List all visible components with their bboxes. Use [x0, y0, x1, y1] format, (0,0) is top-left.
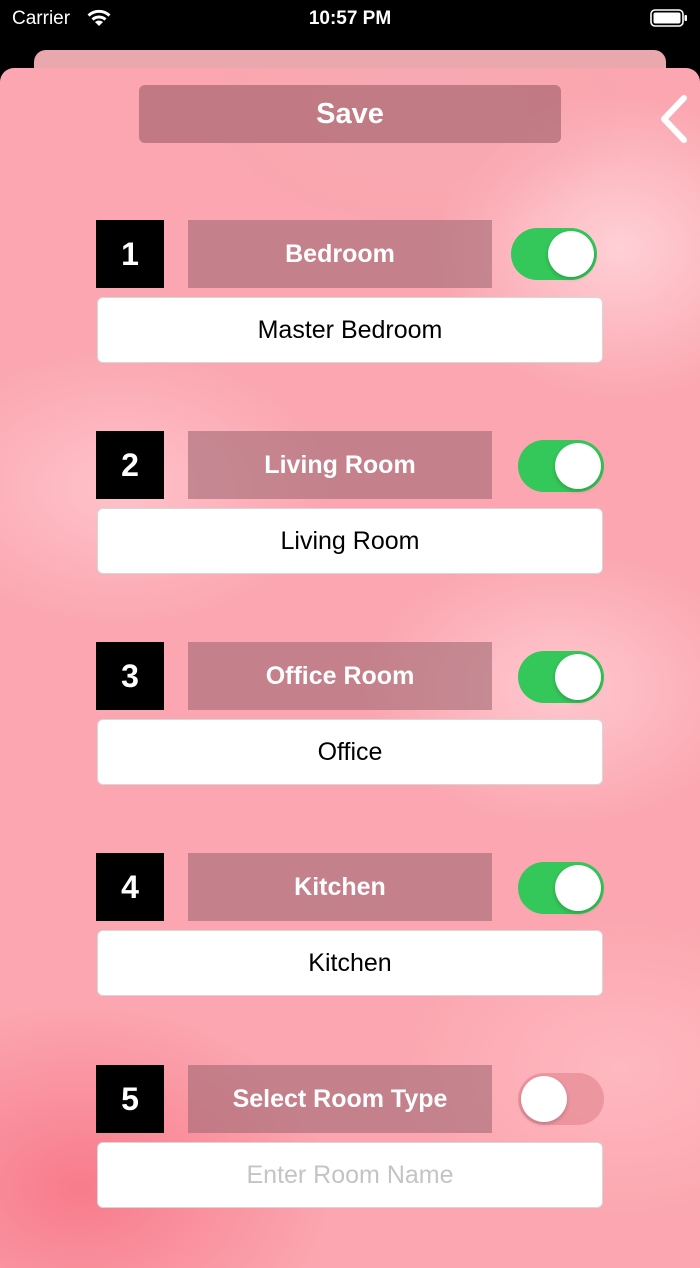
- room-number-1: 1: [96, 220, 164, 288]
- room-type-button-1[interactable]: Bedroom: [188, 220, 492, 288]
- room-type-button-2[interactable]: Living Room: [188, 431, 492, 499]
- room-toggle-1[interactable]: [511, 228, 597, 280]
- room-number-3: 3: [96, 642, 164, 710]
- toggle-knob: [548, 231, 594, 277]
- room-type-button-5[interactable]: Select Room Type: [188, 1065, 492, 1133]
- room-type-button-4[interactable]: Kitchen: [188, 853, 492, 921]
- save-button[interactable]: Save: [139, 85, 561, 143]
- room-toggle-5[interactable]: [518, 1073, 604, 1125]
- toggle-knob: [555, 865, 601, 911]
- toggle-knob: [555, 443, 601, 489]
- room-name-field-1[interactable]: [97, 297, 603, 363]
- room-number-2: 2: [96, 431, 164, 499]
- room-number-4: 4: [96, 853, 164, 921]
- status-bar: Carrier 10:57 PM: [0, 0, 700, 50]
- room-toggle-4[interactable]: [518, 862, 604, 914]
- room-type-button-3[interactable]: Office Room: [188, 642, 492, 710]
- status-time: 10:57 PM: [308, 8, 392, 29]
- toggle-knob: [555, 654, 601, 700]
- battery-icon: [650, 9, 687, 27]
- room-number-5: 5: [96, 1065, 164, 1133]
- room-name-field-2[interactable]: [97, 508, 603, 574]
- toggle-knob: [521, 1076, 567, 1122]
- room-name-field-5[interactable]: [97, 1142, 603, 1208]
- room-name-field-3[interactable]: [97, 719, 603, 785]
- room-toggle-3[interactable]: [518, 651, 604, 703]
- room-name-field-4[interactable]: [97, 930, 603, 996]
- back-chevron-icon[interactable]: [652, 92, 696, 146]
- room-toggle-2[interactable]: [518, 440, 604, 492]
